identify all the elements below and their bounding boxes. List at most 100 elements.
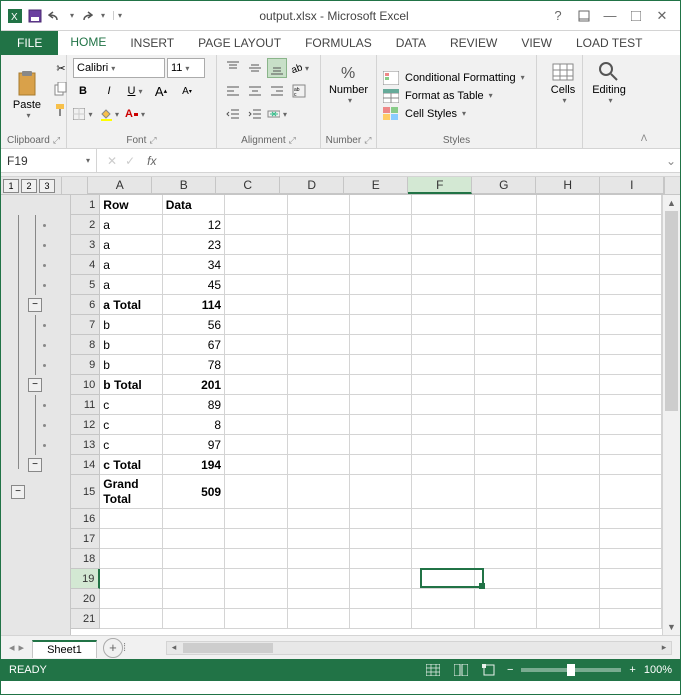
cell[interactable] bbox=[537, 195, 599, 215]
align-bottom-icon[interactable] bbox=[267, 58, 287, 78]
col-header-G[interactable]: G bbox=[472, 177, 536, 194]
cell[interactable] bbox=[600, 295, 662, 315]
cell[interactable] bbox=[412, 549, 474, 569]
cell[interactable] bbox=[288, 395, 350, 415]
cell[interactable] bbox=[600, 589, 662, 609]
cell[interactable]: 201 bbox=[163, 375, 225, 395]
tab-file[interactable]: FILE bbox=[1, 31, 58, 55]
tab-view[interactable]: VIEW bbox=[509, 31, 564, 55]
tab-load-test[interactable]: LOAD TEST bbox=[564, 31, 654, 55]
cell[interactable] bbox=[163, 549, 225, 569]
cell[interactable] bbox=[350, 355, 412, 375]
cell[interactable] bbox=[100, 549, 162, 569]
cell[interactable] bbox=[288, 589, 350, 609]
cell[interactable] bbox=[163, 529, 225, 549]
cell[interactable] bbox=[225, 609, 287, 629]
cell[interactable] bbox=[475, 529, 537, 549]
cell[interactable] bbox=[600, 549, 662, 569]
cell[interactable] bbox=[537, 475, 599, 509]
orientation-icon[interactable]: ab▾ bbox=[289, 58, 309, 78]
tab-formulas[interactable]: FORMULAS bbox=[293, 31, 384, 55]
cell[interactable] bbox=[288, 509, 350, 529]
cell[interactable] bbox=[350, 315, 412, 335]
cell[interactable] bbox=[600, 569, 662, 589]
cell[interactable] bbox=[350, 395, 412, 415]
cell[interactable] bbox=[475, 235, 537, 255]
cell[interactable] bbox=[225, 435, 287, 455]
cell[interactable] bbox=[475, 315, 537, 335]
cell[interactable] bbox=[350, 509, 412, 529]
cell[interactable] bbox=[100, 529, 162, 549]
cell[interactable] bbox=[475, 609, 537, 629]
cell[interactable]: Grand Total bbox=[100, 475, 162, 509]
font-launcher[interactable]: ⤢ bbox=[149, 135, 156, 146]
cell[interactable] bbox=[225, 295, 287, 315]
cell[interactable] bbox=[412, 275, 474, 295]
collapse-ribbon-icon[interactable]: ᐱ bbox=[641, 133, 647, 144]
cell[interactable]: 45 bbox=[163, 275, 225, 295]
redo-dropdown[interactable]: ▾ bbox=[101, 11, 105, 20]
row-header[interactable]: 6 bbox=[71, 295, 100, 315]
cell[interactable] bbox=[225, 475, 287, 509]
cell[interactable] bbox=[600, 355, 662, 375]
cell[interactable]: b bbox=[100, 315, 162, 335]
cell[interactable] bbox=[288, 415, 350, 435]
cell[interactable] bbox=[600, 315, 662, 335]
cell[interactable] bbox=[412, 335, 474, 355]
cell[interactable]: 8 bbox=[163, 415, 225, 435]
outline-collapse-button[interactable]: − bbox=[28, 298, 42, 312]
normal-view-icon[interactable] bbox=[423, 662, 443, 678]
cell[interactable]: c Total bbox=[100, 455, 162, 475]
zoom-level[interactable]: 100% bbox=[644, 664, 672, 676]
cell[interactable]: b bbox=[100, 355, 162, 375]
font-size-combo[interactable]: 11▾ bbox=[167, 58, 205, 78]
cell[interactable] bbox=[225, 355, 287, 375]
number-launcher[interactable]: ⤢ bbox=[364, 135, 371, 146]
cell[interactable] bbox=[475, 455, 537, 475]
cell[interactable] bbox=[288, 195, 350, 215]
bold-button[interactable]: B bbox=[73, 81, 93, 101]
cell[interactable] bbox=[412, 529, 474, 549]
fx-icon[interactable]: fx bbox=[143, 154, 160, 168]
sheet-nav-prev[interactable]: ◂ bbox=[9, 641, 15, 654]
underline-button[interactable]: U▾ bbox=[125, 81, 145, 101]
cells-button[interactable]: Cells ▾ bbox=[543, 58, 583, 107]
row-header[interactable]: 17 bbox=[71, 529, 100, 549]
row-header[interactable]: 5 bbox=[71, 275, 100, 295]
cell[interactable] bbox=[412, 215, 474, 235]
cell[interactable] bbox=[475, 435, 537, 455]
zoom-out-button[interactable]: − bbox=[507, 664, 513, 676]
cell[interactable] bbox=[600, 395, 662, 415]
clipboard-launcher[interactable]: ⤢ bbox=[53, 135, 60, 146]
page-break-view-icon[interactable] bbox=[479, 662, 499, 678]
align-left-icon[interactable] bbox=[223, 81, 243, 101]
cell[interactable] bbox=[225, 509, 287, 529]
cell[interactable]: Data bbox=[163, 195, 225, 215]
hscroll-left-icon[interactable]: ◂ bbox=[167, 642, 181, 653]
cell[interactable] bbox=[475, 295, 537, 315]
close-button[interactable]: ✕ bbox=[654, 8, 670, 24]
cell[interactable] bbox=[350, 335, 412, 355]
col-header-H[interactable]: H bbox=[536, 177, 600, 194]
cell[interactable]: 34 bbox=[163, 255, 225, 275]
cell[interactable]: Row bbox=[100, 195, 162, 215]
italic-button[interactable]: I bbox=[99, 81, 119, 101]
tab-review[interactable]: REVIEW bbox=[438, 31, 509, 55]
cell[interactable]: c bbox=[100, 395, 162, 415]
cell[interactable] bbox=[225, 195, 287, 215]
cell[interactable] bbox=[600, 455, 662, 475]
cell[interactable] bbox=[288, 355, 350, 375]
cell[interactable]: 78 bbox=[163, 355, 225, 375]
cell[interactable] bbox=[412, 569, 474, 589]
cell[interactable] bbox=[600, 609, 662, 629]
cell[interactable] bbox=[537, 355, 599, 375]
cell[interactable] bbox=[225, 455, 287, 475]
vscroll-thumb[interactable] bbox=[665, 211, 678, 411]
cell[interactable] bbox=[537, 589, 599, 609]
cell[interactable]: b bbox=[100, 335, 162, 355]
cell[interactable]: 23 bbox=[163, 235, 225, 255]
cell[interactable] bbox=[350, 275, 412, 295]
row-header[interactable]: 7 bbox=[71, 315, 100, 335]
cell[interactable] bbox=[600, 255, 662, 275]
cell[interactable] bbox=[412, 355, 474, 375]
